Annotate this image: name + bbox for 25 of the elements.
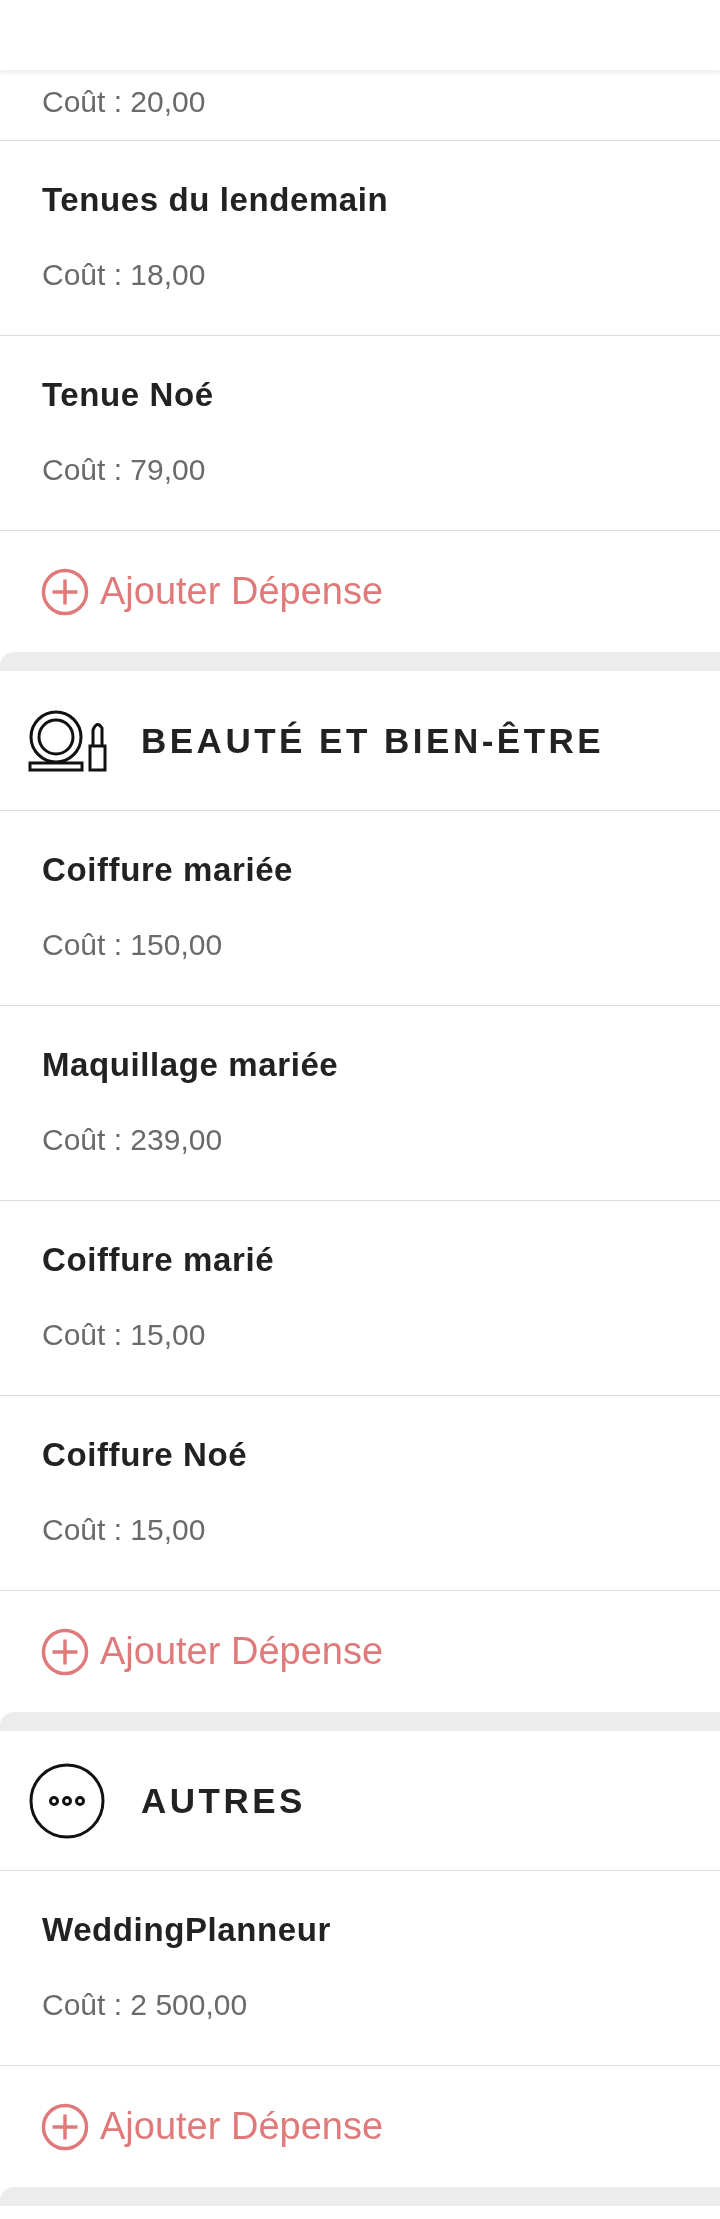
expense-name: Coiffure marié — [42, 1240, 275, 1280]
plus-circle-icon — [40, 2101, 90, 2152]
section-title: AUTRES — [141, 1780, 306, 1821]
plus-circle-icon — [40, 566, 90, 617]
expense-name: Tenue Noé — [42, 375, 214, 415]
expense-name: Tenues du lendemain — [42, 180, 389, 220]
expense-cost: Coût : 15,00 — [42, 1512, 206, 1548]
expense-cost: Coût : 150,00 — [42, 927, 223, 963]
expense-name: Coiffure mariée — [42, 850, 294, 890]
compact-and-lipstick-icon — [28, 709, 108, 772]
expense-cost: Coût : 15,00 — [42, 1317, 206, 1353]
add-expense-button[interactable]: Ajouter Dépense — [40, 2101, 384, 2152]
expense-name: WeddingPlanneur — [42, 1910, 331, 1950]
more-icon — [28, 1761, 106, 1840]
plus-circle-icon — [40, 1626, 90, 1677]
expense-cost: Coût : 2 500,00 — [42, 1987, 248, 2023]
add-expense-button[interactable]: Ajouter Dépense — [40, 1626, 384, 1677]
expense-cost: Coût : 18,00 — [42, 257, 206, 293]
expense-name: Coiffure Noé — [42, 1435, 248, 1475]
expense-name: Maquillage mariée — [42, 1045, 339, 1085]
expense-cost: Coût : 239,00 — [42, 1122, 223, 1158]
section-title: BEAUTÉ ET BIEN-ÊTRE — [141, 720, 605, 761]
expense-cost: Coût : 79,00 — [42, 452, 206, 488]
add-expense-button[interactable]: Ajouter Dépense — [40, 566, 384, 617]
expense-cost: Coût : 20,00 — [42, 84, 206, 120]
